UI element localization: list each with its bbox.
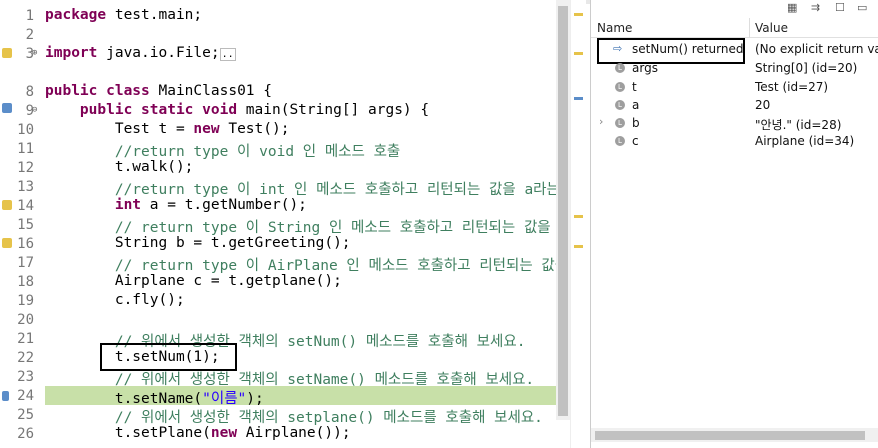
overview-warning-marker[interactable] [574, 245, 583, 248]
line-number: 14 [17, 198, 34, 214]
column-separator[interactable] [749, 18, 750, 38]
editor-gutter [0, 0, 12, 448]
code-comment: // return type 이 AirPlane 인 메소드 호출하고 리턴되… [45, 258, 569, 274]
line-number: 26 [17, 426, 34, 442]
line-number: 19 [17, 293, 34, 309]
collapse-all-icon[interactable]: ⇉ [811, 1, 820, 14]
line-number: 10 [17, 122, 34, 138]
show-type-names-icon[interactable]: ▦ [787, 1, 797, 14]
vertical-scrollbar-thumb[interactable] [558, 6, 568, 416]
line-number: 1 [25, 8, 34, 24]
local-variable-icon: L [615, 63, 625, 73]
local-variable-icon: L [615, 118, 625, 128]
line-number: 16 [17, 236, 34, 252]
code-line: c.fly(); [45, 292, 185, 308]
variable-row[interactable]: L c Airplane (id=34) [591, 132, 878, 150]
line-number: 21 [17, 331, 34, 347]
column-header-name[interactable]: Name [597, 21, 632, 35]
code-line: import java.io.File;.. [45, 45, 236, 61]
code-line: t.walk(); [45, 159, 194, 175]
code-line: Test t = new Test(); [45, 121, 290, 137]
variable-row[interactable]: L t Test (id=27) [591, 78, 878, 96]
line-number: 24 [17, 388, 34, 404]
code-comment: // 위에서 생성한 객체의 setName() 메소드를 호출해 보세요. [45, 372, 535, 388]
line-number: 23 [17, 369, 34, 385]
local-variable-icon: L [615, 136, 625, 146]
variables-header: Name Value [591, 18, 878, 38]
variable-row[interactable]: › L b "안녕." (id=28) [591, 114, 878, 132]
overview-marker[interactable] [574, 97, 583, 100]
line-number: 3 [25, 46, 34, 62]
code-line: Airplane c = t.getplane(); [45, 273, 342, 289]
line-number: 12 [17, 160, 34, 176]
horizontal-scrollbar-thumb[interactable] [595, 431, 865, 440]
view-menu-icon[interactable]: ☐ [835, 1, 845, 14]
line-number: 2 [25, 27, 34, 43]
code-line: t.setPlane(new Airplane()); [45, 425, 351, 441]
variable-row[interactable]: L a 20 [591, 96, 878, 114]
warning-marker-icon[interactable] [2, 48, 12, 58]
variables-toolbar: ▦ ⇉ ☐ ▭ [591, 0, 878, 18]
code-line: package test.main; [45, 7, 203, 23]
overview-ruler[interactable] [570, 0, 586, 448]
line-number: 20 [17, 312, 34, 328]
local-variable-icon: L [615, 82, 625, 92]
annotation-box [100, 343, 237, 371]
expand-chevron-icon[interactable]: › [599, 115, 603, 128]
line-number: 15 [17, 217, 34, 233]
code-line: String b = t.getGreeting(); [45, 235, 351, 251]
column-header-value[interactable]: Value [755, 21, 788, 35]
minimize-icon[interactable]: ▭ [857, 1, 867, 14]
local-variable-icon: L [615, 100, 625, 110]
line-number: 17 [17, 255, 34, 271]
code-comment: // return type 이 String 인 메소드 호출하고 리턴되는 … [45, 220, 569, 236]
code-line: public class MainClass01 { [45, 83, 272, 99]
code-line: int a = t.getNumber(); [114, 197, 307, 213]
line-number: 9 [25, 103, 34, 119]
code-line: public static void main(String[] args) { [79, 102, 430, 118]
code-comment: //return type 이 int 인 메소드 호출하고 리턴되는 값을 a… [45, 182, 560, 198]
code-comment: //return type 이 void 인 메소드 호출 [45, 144, 401, 160]
line-number: 8 [25, 84, 34, 100]
line-number: 11 [17, 141, 34, 157]
breakpoint-marker-icon[interactable] [2, 103, 12, 113]
line-number: 13 [17, 179, 34, 195]
variable-row[interactable]: L args String[0] (id=20) [591, 59, 878, 77]
variables-view: ▦ ⇉ ☐ ▭ Name Value ⇨ setNum() returned (… [590, 0, 878, 448]
line-number: 18 [17, 274, 34, 290]
line-number: 25 [17, 407, 34, 423]
warning-marker-icon[interactable] [2, 200, 12, 210]
warning-marker-icon[interactable] [2, 238, 12, 248]
code-editor[interactable]: ⊕ ⊖ 1 package test.main; 2 3 import java… [0, 0, 586, 448]
code-line-current: t.setName("이름"); [45, 391, 264, 407]
overview-warning-marker[interactable] [574, 215, 583, 218]
overview-warning-marker[interactable] [574, 52, 583, 55]
instruction-pointer-icon [2, 391, 9, 401]
overview-warning-marker[interactable] [574, 13, 583, 16]
line-number: 22 [17, 350, 34, 366]
code-comment: // 위에서 생성한 객체의 setplane() 메소드를 호출해 보세요. [45, 410, 543, 426]
